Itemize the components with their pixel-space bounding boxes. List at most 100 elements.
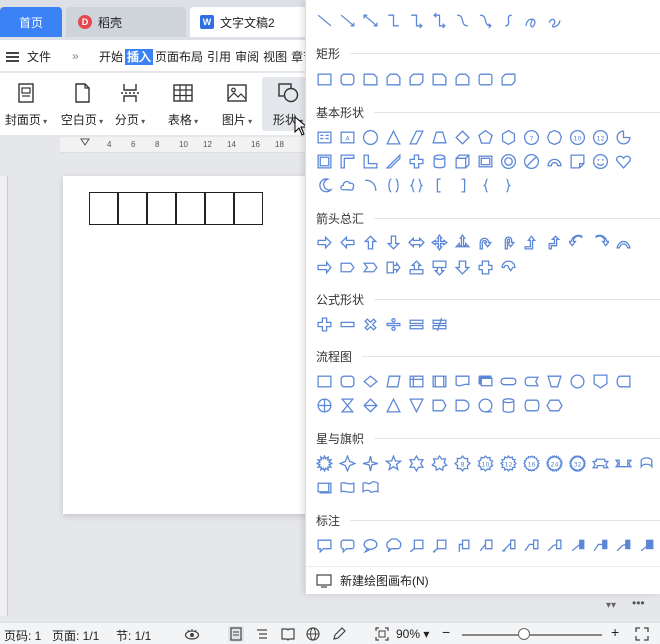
web-view-icon[interactable] [305,626,321,642]
shape-option[interactable] [383,69,404,90]
shape-option[interactable] [337,257,358,278]
shape-option[interactable] [475,232,496,253]
shape-option[interactable] [613,371,634,392]
shape-option[interactable] [406,175,427,196]
document-page[interactable] [63,176,308,514]
shape-option[interactable] [567,232,588,253]
shape-option[interactable] [452,535,473,556]
indent-marker-icon[interactable] [80,138,90,152]
shape-option[interactable] [337,371,358,392]
shape-option[interactable] [383,395,404,416]
text-box[interactable] [89,192,118,225]
shape-option[interactable] [314,371,335,392]
shape-option[interactable]: A [337,127,358,148]
shape-option[interactable] [360,535,381,556]
shape-option[interactable] [590,151,611,172]
pen-icon[interactable] [331,626,347,642]
zoom-out-button[interactable]: − [442,624,450,640]
text-box[interactable] [118,192,147,225]
text-box[interactable] [205,192,234,225]
shape-option[interactable] [314,10,335,31]
shape-option[interactable] [498,535,519,556]
blank-page-button[interactable]: 空白页 [56,77,108,131]
eye-protection-icon[interactable] [184,626,200,642]
shape-option[interactable] [337,10,358,31]
menu-item[interactable]: 视图 [261,49,289,65]
page-view-icon[interactable] [228,626,244,642]
shape-option[interactable] [406,127,427,148]
shape-option[interactable] [498,371,519,392]
shape-option[interactable] [360,395,381,416]
shape-option[interactable] [429,151,450,172]
shape-option[interactable] [521,535,542,556]
shape-option[interactable] [406,69,427,90]
shape-option[interactable] [544,10,565,31]
shape-option[interactable] [475,151,496,172]
shape-option[interactable] [452,127,473,148]
shape-option[interactable]: 16 [521,453,542,474]
shape-option[interactable] [360,477,381,498]
cover-page-button[interactable]: 封面页 [0,77,52,131]
shape-option[interactable] [452,232,473,253]
text-box[interactable] [147,192,176,225]
shape-option[interactable] [429,314,450,335]
shape-option[interactable] [337,314,358,335]
shape-option[interactable] [498,10,519,31]
shape-option[interactable] [314,453,335,474]
shape-option[interactable] [590,232,611,253]
shape-option[interactable] [314,175,335,196]
shape-option[interactable] [636,535,657,556]
shape-option[interactable] [590,535,611,556]
shape-option[interactable] [636,453,657,474]
shape-option[interactable] [475,127,496,148]
shape-option[interactable] [314,477,335,498]
shape-option[interactable]: 10 [567,127,588,148]
shape-option[interactable]: 32 [567,453,588,474]
shape-option[interactable] [429,232,450,253]
shape-option[interactable] [567,151,588,172]
shape-option[interactable] [452,371,473,392]
shape-option[interactable] [429,535,450,556]
tab-document[interactable]: W 文字文稿2 [190,7,310,37]
shape-option[interactable] [406,395,427,416]
shape-option[interactable] [544,371,565,392]
shape-option[interactable] [498,175,519,196]
scroll-down-icon[interactable]: ▾▾ [606,600,616,611]
shape-option[interactable] [521,232,542,253]
shape-option[interactable] [360,69,381,90]
shape-option[interactable] [314,151,335,172]
shape-option[interactable] [498,151,519,172]
more-menu-button[interactable]: » [72,49,79,63]
shape-option[interactable] [544,232,565,253]
shape-option[interactable] [383,314,404,335]
shape-option[interactable] [544,535,565,556]
shape-option[interactable] [406,371,427,392]
shape-option[interactable] [544,395,565,416]
shape-option[interactable] [314,127,335,148]
shape-option[interactable] [498,395,519,416]
tab-daoke[interactable]: D 稻壳 [66,7,186,37]
shape-option[interactable] [590,453,611,474]
shape-option[interactable] [360,232,381,253]
shape-option[interactable] [406,232,427,253]
shape-option[interactable] [360,175,381,196]
shape-option[interactable] [475,257,496,278]
shape-option[interactable] [475,395,496,416]
menu-item[interactable]: 页面布局 [153,49,205,65]
shape-option[interactable] [360,314,381,335]
shape-option[interactable] [360,371,381,392]
shape-option[interactable] [498,257,519,278]
shape-option[interactable] [383,232,404,253]
shape-option[interactable] [383,535,404,556]
shape-option[interactable]: 10 [475,453,496,474]
shape-option[interactable] [406,453,427,474]
shape-option[interactable] [498,69,519,90]
shape-option[interactable] [314,257,335,278]
shape-option[interactable] [314,69,335,90]
shape-option[interactable]: 8 [452,453,473,474]
shape-option[interactable] [406,535,427,556]
shape-option[interactable] [613,232,634,253]
shape-option[interactable] [360,257,381,278]
page-break-button[interactable]: 分页 [104,77,156,131]
shape-option[interactable] [406,151,427,172]
